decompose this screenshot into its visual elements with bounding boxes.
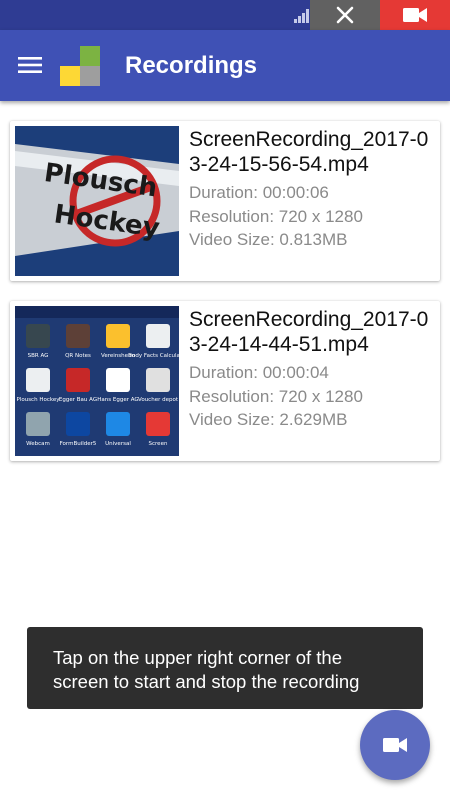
menu-button[interactable] (12, 50, 48, 80)
thumb-app-label: Hans Egger AG (97, 397, 138, 403)
status-bar (0, 0, 450, 30)
videocam-icon (383, 738, 407, 752)
thumb-app-icon (66, 368, 90, 392)
video-thumbnail: SBR AG QR Notes Vereinsheim Body Facts Calc… (15, 306, 179, 456)
app-logo (60, 46, 100, 86)
duration: Duration: 00:00:06 (189, 183, 329, 202)
stop-overlay-button[interactable] (310, 0, 380, 30)
thumb-app-label: Webcam (26, 441, 50, 447)
recording-card[interactable]: Plousch Hockey ScreenRecording_2017-03-2… (10, 121, 440, 281)
recording-card[interactable]: SBR AG QR Notes Vereinsheim Body Facts Calc… (10, 301, 440, 461)
thumb-app-icon (106, 324, 130, 348)
record-overlay-button[interactable] (380, 0, 450, 30)
thumb-app-label: SBR AG (28, 353, 49, 359)
thumb-app-label: Screen (149, 441, 168, 447)
thumb-app-label: Voucher depot (138, 397, 179, 403)
file-name: ScreenRecording_2017-03-24-15-56-54.mp4 (189, 128, 429, 176)
page-title: Recordings (125, 52, 258, 79)
toast-message: Tap on the upper right corner of the scr… (27, 627, 423, 709)
resolution: Resolution: 720 x 1280 (189, 386, 363, 406)
thumb-app-label: Plousch Hockey (17, 397, 61, 403)
video-thumbnail: Plousch Hockey (15, 126, 179, 276)
thumb-app-icon (106, 368, 130, 392)
record-fab[interactable] (360, 710, 430, 780)
file-name: ScreenRecording_2017-03-24-14-44-51.mp4 (189, 308, 429, 356)
thumb-app-icon (26, 324, 50, 348)
thumb-app-label: Egger Bau AG (59, 397, 97, 403)
resolution: Resolution: 720 x 1280 (189, 206, 363, 226)
card-text: ScreenRecording_2017-03-24-15-56-54.mp4 … (189, 128, 435, 252)
video-size: Video Size: 0.813MB (189, 230, 348, 249)
thumb-app-icon (146, 324, 170, 348)
card-text: ScreenRecording_2017-03-24-14-44-51.mp4 … (189, 308, 435, 432)
toast-text: Tap on the upper right corner of the scr… (53, 647, 360, 692)
video-size: Video Size: 2.629MB (189, 410, 348, 429)
duration: Duration: 00:00:04 (189, 363, 329, 382)
thumb-app-icon (66, 412, 90, 436)
thumb-app-icon (26, 368, 50, 392)
menu-icon (18, 57, 42, 73)
thumb-app-label: Universal (105, 441, 131, 447)
thumb-app-label: Body Facts Calculator (128, 353, 179, 359)
signal-icon (294, 9, 309, 23)
thumb-app-icon (26, 412, 50, 436)
thumb-app-icon (146, 368, 170, 392)
app-bar: Recordings (0, 30, 450, 101)
thumb-app-label: FormBuilder5 (60, 441, 97, 447)
thumb-app-icon (106, 412, 130, 436)
videocam-icon (403, 8, 427, 22)
thumb-app-icon (146, 412, 170, 436)
close-icon (336, 6, 354, 24)
thumb-app-icon (66, 324, 90, 348)
thumb-app-label: QR Notes (65, 353, 91, 359)
